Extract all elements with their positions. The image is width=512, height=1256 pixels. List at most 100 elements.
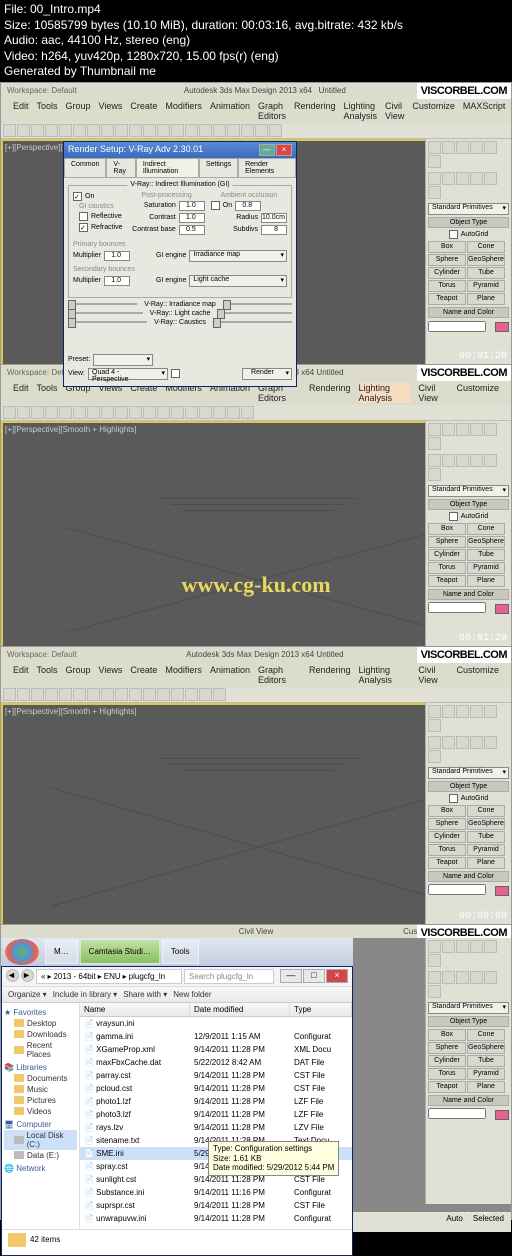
menu-item[interactable]: Graph Editors: [258, 101, 286, 121]
explorer-statusbar: 42 items: [2, 1229, 352, 1250]
start-button[interactable]: [5, 939, 39, 965]
create-cone-button[interactable]: Cone: [467, 241, 505, 253]
create-plane-button[interactable]: Plane: [467, 293, 505, 305]
file-row[interactable]: 📄 photo3.lzf9/14/2011 11:28 PMLZF File: [80, 1108, 352, 1121]
organize-button[interactable]: Organize ▾: [8, 990, 47, 999]
file-row[interactable]: 📄 pcloud.cst9/14/2011 11:28 PMCST File: [80, 1082, 352, 1095]
file-row[interactable]: 📄 maxFbxCache.dat5/22/2012 8:42 AMDAT Fi…: [80, 1056, 352, 1069]
nav-libraries[interactable]: 📚 Libraries: [4, 1063, 77, 1072]
forward-button[interactable]: ►: [21, 969, 34, 982]
breadcrumb[interactable]: «▸2013 - 64bit▸ENU▸plugcfg_ln: [36, 969, 182, 984]
menu-item[interactable]: Rendering: [294, 101, 336, 121]
search-input[interactable]: Search plugcfg_ln: [184, 969, 274, 984]
nav-computer[interactable]: 🖥 Computer: [4, 1120, 77, 1129]
menu-item[interactable]: Group: [66, 101, 91, 121]
menu-item[interactable]: Customize: [412, 101, 455, 121]
col-date[interactable]: Date modified: [190, 1003, 290, 1016]
back-button[interactable]: ◄: [6, 969, 19, 982]
timecode: 00:01:20: [459, 351, 507, 362]
create-geosphere-button[interactable]: GeoSphere: [467, 254, 505, 266]
color-swatch[interactable]: [495, 322, 509, 332]
rollout-name-color[interactable]: Name and Color: [428, 307, 509, 318]
checkbox-refractive[interactable]: ✓: [79, 223, 88, 232]
taskbar-item[interactable]: M…: [45, 940, 78, 964]
name-field[interactable]: [428, 321, 486, 332]
nav-favorites[interactable]: ★ Favorites: [4, 1008, 77, 1017]
minimize-button[interactable]: —: [280, 969, 302, 983]
menu-item[interactable]: MAXScript: [463, 101, 506, 121]
create-pyramid-button[interactable]: Pyramid: [467, 280, 505, 292]
spinner-saturation[interactable]: 1.0: [179, 201, 205, 211]
col-type[interactable]: Type: [290, 1003, 352, 1016]
dropdown-sb-engine[interactable]: Light cache: [189, 275, 287, 287]
dialog-titlebar[interactable]: Render Setup: V-Ray Adv 2.30.01 —×: [64, 142, 296, 158]
file-row[interactable]: 📄 photo1.lzf9/14/2011 11:28 PMLZF File: [80, 1095, 352, 1108]
dropdown-pb-engine[interactable]: Irradiance map: [189, 250, 287, 262]
dropdown-preset[interactable]: [93, 354, 153, 366]
spinner-sb-mult[interactable]: 1.0: [104, 276, 130, 286]
rollout-object-type[interactable]: Object Type: [428, 217, 509, 228]
menu-item[interactable]: Edit: [13, 101, 29, 121]
col-name[interactable]: Name: [80, 1003, 190, 1016]
folder-icon: [8, 1233, 26, 1247]
pane-1: VISCORBEL.COM Workspace: Default Autodes…: [0, 82, 512, 364]
file-row[interactable]: 📄 suprspr.cst9/14/2011 11:28 PMCST File: [80, 1199, 352, 1212]
dialog-close[interactable]: ×: [276, 144, 292, 156]
nav-network[interactable]: 🌐 Network: [4, 1164, 77, 1173]
file-row[interactable]: 📄 gamma.ini12/9/2011 1:15 AMConfigurat: [80, 1030, 352, 1043]
menu-item[interactable]: Lighting Analysis: [344, 101, 378, 121]
menu-item[interactable]: Modifiers: [165, 101, 202, 121]
dropdown-view[interactable]: Quad 4 - Perspective: [88, 368, 168, 380]
nav-pane: ★ Favorites Desktop Downloads Recent Pla…: [2, 1003, 80, 1229]
tab-settings[interactable]: Settings: [199, 158, 238, 178]
create-cylinder-button[interactable]: Cylinder: [428, 267, 466, 279]
menu-item[interactable]: Create: [130, 101, 157, 121]
dialog-minimize[interactable]: —: [259, 144, 275, 156]
file-row[interactable]: 📄 Substance.ini9/14/2011 11:16 PMConfigu…: [80, 1186, 352, 1199]
spinner-pb-mult[interactable]: 1.0: [104, 251, 130, 261]
menu-item[interactable]: Views: [99, 101, 123, 121]
create-torus-button[interactable]: Torus: [428, 280, 466, 292]
create-tube-button[interactable]: Tube: [467, 267, 505, 279]
checkbox-reflective[interactable]: [79, 212, 88, 221]
menu-item[interactable]: Tools: [37, 101, 58, 121]
pane-4: 00:00:00 VISCORBEL.COM 00:02:40 Civil Vi…: [0, 924, 512, 1220]
close-button[interactable]: ×: [326, 969, 348, 983]
checkbox-ao-on[interactable]: [211, 201, 220, 210]
tab-common[interactable]: Common: [64, 158, 106, 178]
dropdown-category[interactable]: Standard Primitives: [428, 203, 509, 215]
toolbar-button[interactable]: [3, 124, 16, 137]
file-row[interactable]: 📄 unwrapuvw.ini9/14/2011 11:28 PMConfigu…: [80, 1212, 352, 1225]
checkbox-autogrid[interactable]: [449, 230, 458, 239]
create-sphere-button[interactable]: Sphere: [428, 254, 466, 266]
workspace-label[interactable]: Workspace: Default: [7, 86, 77, 95]
menu-item[interactable]: Animation: [210, 101, 250, 121]
file-row[interactable]: 📄 rays.lzv9/14/2011 11:28 PMLZV File: [80, 1121, 352, 1134]
create-box-button[interactable]: Box: [428, 241, 466, 253]
spinner-ao[interactable]: 0.8: [235, 201, 261, 211]
new-folder-button[interactable]: New folder: [173, 990, 211, 999]
tab-indirect[interactable]: Indirect Illumination: [136, 158, 199, 178]
spinner-contrast-base[interactable]: 0.5: [179, 225, 205, 235]
tab-render-elements[interactable]: Render Elements: [238, 158, 296, 178]
file-row[interactable]: 📄 vraysun.ini: [80, 1017, 352, 1030]
include-button[interactable]: Include in library ▾: [53, 990, 118, 999]
maximize-button[interactable]: □: [303, 969, 325, 983]
create-tab-icon[interactable]: [428, 141, 441, 154]
render-button[interactable]: Render: [242, 368, 292, 380]
taskbar-item[interactable]: Tools: [162, 940, 199, 964]
cgku-watermark: www.cg-ku.com: [181, 572, 330, 598]
create-teapot-button[interactable]: Teapot: [428, 293, 466, 305]
checkbox-on[interactable]: ✓: [73, 192, 82, 201]
spinner-contrast[interactable]: 1.0: [179, 213, 205, 223]
spinner-subdivs[interactable]: 8: [261, 225, 287, 235]
nav-item[interactable]: Desktop: [4, 1018, 77, 1029]
spinner-radius[interactable]: 10.0cm: [261, 213, 287, 223]
taskbar-item[interactable]: Camtasia Studi…: [80, 940, 160, 964]
file-row[interactable]: 📄 parray.cst9/14/2011 11:28 PMCST File: [80, 1069, 352, 1082]
rollout-slider[interactable]: [68, 303, 137, 305]
share-button[interactable]: Share with ▾: [123, 990, 167, 999]
file-row[interactable]: 📄 XGameProp.xml9/14/2011 11:28 PMXML Doc…: [80, 1043, 352, 1056]
tab-vray[interactable]: V-Ray: [106, 158, 135, 178]
menu-item[interactable]: Civil View: [385, 101, 404, 121]
